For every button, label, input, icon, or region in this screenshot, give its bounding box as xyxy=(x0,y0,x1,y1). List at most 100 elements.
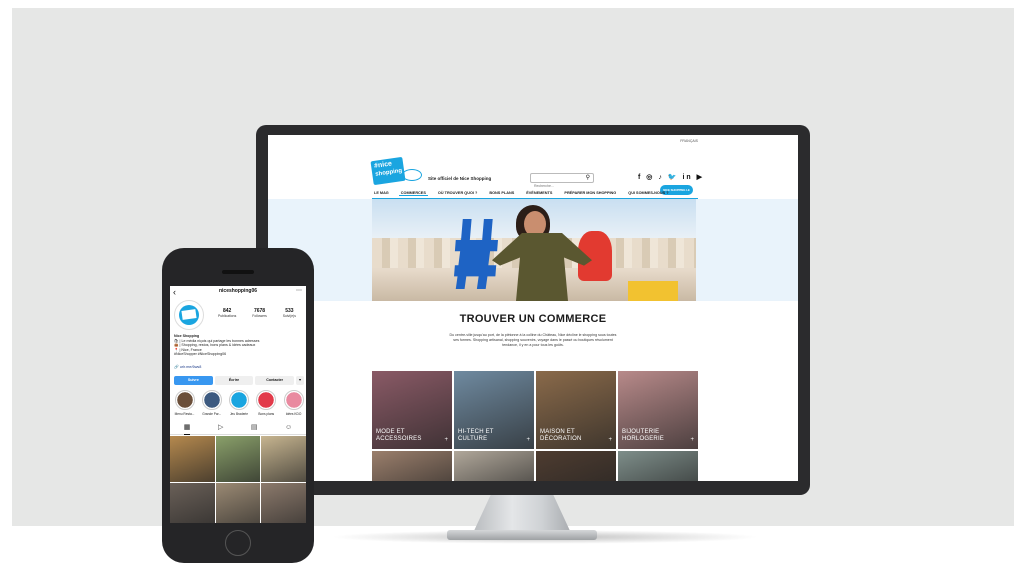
ig-username: niceshopping06 xyxy=(218,288,258,294)
stat-posts[interactable]: 842 Publications xyxy=(218,308,236,318)
reels-tab-icon[interactable]: ▷ xyxy=(218,422,223,434)
bio-link[interactable]: 🔗 urlr.me/6ws8 xyxy=(174,364,201,369)
avatar-logo xyxy=(181,309,197,320)
highlight-item[interactable]: Menu Resta... xyxy=(172,390,197,416)
plus-icon: + xyxy=(526,437,530,443)
highlight-item[interactable]: Bons plans xyxy=(254,390,279,416)
plus-icon: + xyxy=(444,437,448,443)
search-box: ⚲ xyxy=(530,173,594,190)
avatar[interactable] xyxy=(174,300,204,330)
hero-yellow-sign xyxy=(628,281,678,301)
category-label-line1: HI-TECH ET xyxy=(458,429,494,435)
post-thumbnail[interactable] xyxy=(261,483,306,523)
logo-bubble-icon xyxy=(402,169,422,181)
category-tile-bijouterie[interactable]: BIJOUTERIE HORLOGERIE + xyxy=(618,371,698,449)
ig-top-bar: ‹ niceshopping06 ⋯ xyxy=(170,286,306,298)
category-tile-maison[interactable]: MAISON ET DÉCORATION + xyxy=(536,371,616,449)
facebook-icon[interactable]: f xyxy=(638,174,642,181)
language-selector[interactable]: FRANÇAIS xyxy=(680,139,698,143)
instagram-screen: ‹ niceshopping06 ⋯ 842 Publications 7678… xyxy=(170,286,306,523)
plus-icon: + xyxy=(690,437,694,443)
category-label-line2: HORLOGERIE xyxy=(622,436,665,442)
site-logo[interactable]: #nice shopping xyxy=(370,156,406,186)
youtube-icon[interactable]: ▶ xyxy=(697,173,704,181)
ig-bio: Nice Shopping 🛍 | Le média niçois qui pa… xyxy=(174,334,302,357)
nav-item-commerces[interactable]: COMMERCES xyxy=(398,191,428,196)
home-button[interactable] xyxy=(225,530,251,556)
guides-tab-icon[interactable]: ▤ xyxy=(251,422,258,434)
ig-action-buttons: Suivre Écrire Contacter ▼ xyxy=(174,376,305,385)
grid-tab-icon[interactable]: ▦ xyxy=(183,422,191,435)
twitter-icon[interactable]: 🐦 xyxy=(668,173,679,181)
tiktok-icon[interactable]: ♪ xyxy=(658,174,664,181)
nav-item-bons-plans[interactable]: BONS PLANS xyxy=(487,191,516,195)
post-thumbnail[interactable] xyxy=(170,483,215,523)
post-thumbnail[interactable] xyxy=(170,436,215,482)
post-thumbnail[interactable] xyxy=(261,436,306,482)
plus-icon: + xyxy=(608,437,612,443)
highlight-ring xyxy=(229,390,249,410)
category-label: BIJOUTERIE HORLOGERIE xyxy=(622,429,664,443)
highlight-ring xyxy=(174,390,195,410)
contact-button[interactable]: Contacter xyxy=(255,376,295,385)
category-label-line2: ACCESSOIRES xyxy=(376,436,422,442)
category-tile-more[interactable] xyxy=(536,451,616,481)
ig-post-grid xyxy=(170,436,306,523)
highlight-item[interactable]: Jeu Braderie xyxy=(227,390,252,416)
site-tagline: Site officiel de Nice Shopping xyxy=(428,176,492,181)
category-label-line2: DÉCORATION xyxy=(540,436,582,442)
linkedin-icon[interactable]: in xyxy=(682,174,692,181)
stat-followers[interactable]: 7678 Followers xyxy=(252,308,267,318)
category-label: MODE ET ACCESSOIRES xyxy=(376,429,422,443)
nav-item-le-mag[interactable]: LE MAG xyxy=(372,191,391,195)
highlight-item[interactable]: Grande Par... xyxy=(199,390,224,416)
category-tile-more[interactable] xyxy=(372,451,452,481)
bio-link-text: urlr.me/6ws8 xyxy=(179,365,202,369)
desktop-screen: FRANÇAIS #nice shopping Site officiel de… xyxy=(268,135,798,481)
more-options-icon[interactable]: ⋯ xyxy=(296,286,302,296)
social-links: f ◎ ♪ 🐦 in ▶ xyxy=(638,173,704,181)
instagram-icon[interactable]: ◎ xyxy=(646,173,654,181)
tagged-tab-icon[interactable]: ☺ xyxy=(285,422,292,434)
post-thumbnail[interactable] xyxy=(215,483,261,523)
add-person-icon[interactable]: ▼ xyxy=(296,376,305,385)
category-grid: MODE ET ACCESSOIRES + HI-TECH ET CULTURE +… xyxy=(372,371,698,481)
highlight-label: Bons plans xyxy=(258,412,275,416)
follow-button[interactable]: Suivre xyxy=(174,376,213,385)
intro-text: Du centre-ville jusqu'au port, de la pié… xyxy=(449,333,617,348)
category-tile-more[interactable] xyxy=(454,451,534,481)
bio-line: #NiceShopper #NiceShopping06 xyxy=(174,352,227,357)
highlight-label: Idées KDO xyxy=(285,412,302,416)
category-tile-hitech[interactable]: HI-TECH ET CULTURE + xyxy=(454,371,534,449)
nav-item-evenements[interactable]: ÉVÉNEMENTS xyxy=(524,191,554,195)
monitor-stand-base xyxy=(447,530,597,540)
smartphone: ‹ niceshopping06 ⋯ 842 Publications 7678… xyxy=(162,248,314,563)
message-button[interactable]: Écrire xyxy=(214,376,254,385)
highlight-label: Menu Resta... xyxy=(174,412,195,416)
category-label-line1: MAISON ET xyxy=(540,429,575,435)
category-label-line1: BIJOUTERIE xyxy=(622,429,660,435)
phone-speaker xyxy=(222,270,254,274)
category-tile-mode[interactable]: MODE ET ACCESSOIRES + xyxy=(372,371,452,449)
nav-item-qui-sommes-nous[interactable]: QUI SOMMES-NOUS ? xyxy=(626,191,670,195)
stat-label: Publications xyxy=(217,314,237,318)
stat-following[interactable]: 533 Suivi(e)s xyxy=(283,308,296,318)
highlight-ring xyxy=(201,390,222,410)
nav-item-ou-trouver-quoi[interactable]: OÙ TROUVER QUOI ? xyxy=(436,191,479,195)
highlight-ring xyxy=(283,390,304,410)
category-label: HI-TECH ET CULTURE xyxy=(458,429,494,443)
category-label: MAISON ET DÉCORATION xyxy=(540,429,582,443)
post-thumbnail[interactable] xyxy=(215,436,261,482)
story-highlights: Menu Resta... Grande Par... Jeu Braderie… xyxy=(172,390,306,416)
ig-stats: 842 Publications 7678 Followers 533 Suiv… xyxy=(210,308,304,318)
page-title: TROUVER UN COMMERCE xyxy=(459,313,607,325)
category-label-line1: MODE ET xyxy=(376,429,405,435)
highlight-item[interactable]: Idées KDO xyxy=(281,390,306,416)
category-label-line2: CULTURE xyxy=(458,436,488,442)
ig-profile-tabs: ▦ ▷ ▤ ☺ xyxy=(170,422,306,435)
highlight-label: Jeu Braderie xyxy=(229,412,249,416)
search-icon[interactable]: ⚲ xyxy=(586,174,590,182)
hero-image xyxy=(372,199,696,301)
category-tile-more[interactable] xyxy=(618,451,698,481)
nav-item-preparer-mon-shopping[interactable]: PRÉPARER MON SHOPPING xyxy=(562,191,618,195)
